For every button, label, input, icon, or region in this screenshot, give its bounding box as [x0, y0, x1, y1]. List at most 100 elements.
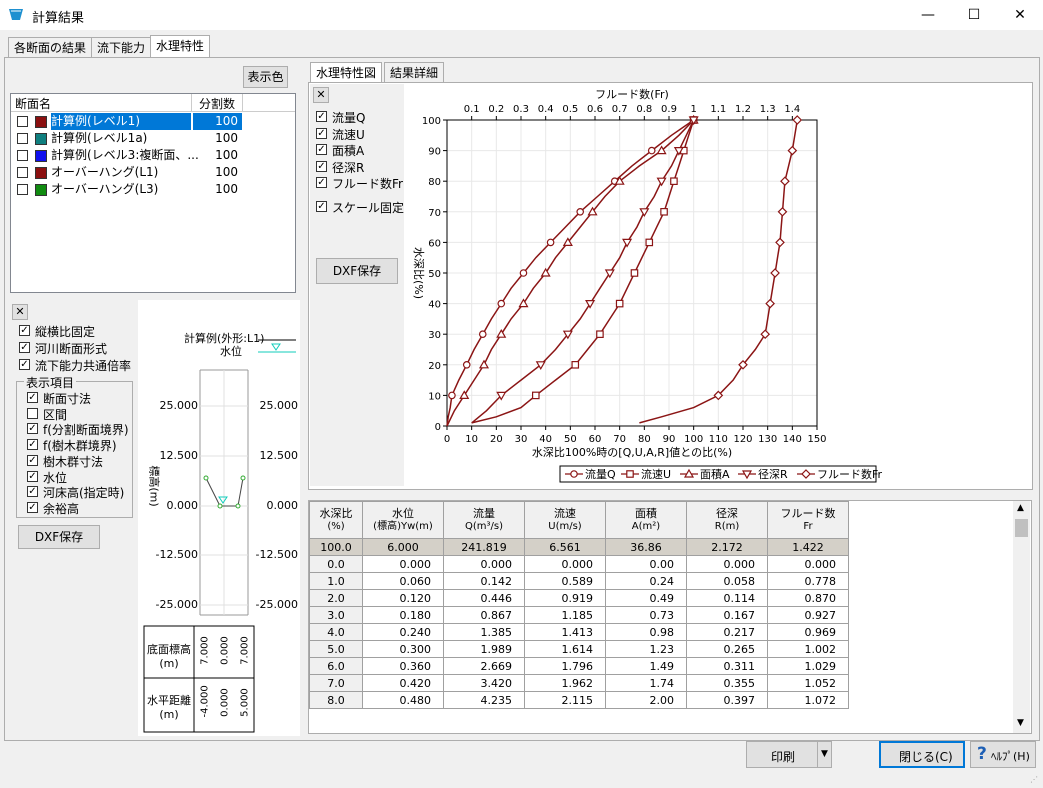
table-cell: 8.0: [309, 691, 363, 709]
column-header[interactable]: 流量 Q(m³/s): [443, 501, 525, 539]
left-dxf-save-button[interactable]: DXF保存: [18, 525, 100, 549]
option-label: 流下能力共通倍率: [35, 359, 132, 373]
table-cell: 0.000: [767, 555, 849, 573]
column-header[interactable]: 面積 A(m²): [605, 501, 687, 539]
table-row[interactable]: 1.0 0.060 0.142 0.589 0.24 0.058 0.778: [309, 572, 849, 590]
table-cell: 4.235: [443, 691, 525, 709]
section-name: オーバーハング(L1): [51, 165, 159, 179]
display-item-checkbox[interactable]: ✓: [27, 486, 38, 498]
table-row[interactable]: 5.0 0.300 1.989 1.614 1.23 0.265 1.002: [309, 640, 849, 658]
table-cell: 1.029: [767, 657, 849, 675]
col-division-count[interactable]: 分割数: [199, 95, 235, 112]
close-button[interactable]: 閉じる(C): [879, 741, 965, 768]
chart-dxf-save-button[interactable]: DXF保存: [316, 258, 398, 284]
table-cell: 0.446: [443, 589, 525, 607]
tab-hydraulic-chart[interactable]: 水理特性図: [310, 62, 383, 83]
list-item[interactable]: オーバーハング(L3) 100: [11, 181, 295, 198]
resize-grip-icon[interactable]: ⋰: [1030, 775, 1038, 784]
table-row[interactable]: 2.0 0.120 0.446 0.919 0.49 0.114 0.870: [309, 589, 849, 607]
tab-hydraulic-characteristics[interactable]: 水理特性: [150, 35, 211, 58]
scroll-thumb[interactable]: [1015, 519, 1028, 537]
column-header[interactable]: 流速 U(m/s): [524, 501, 606, 539]
tab-result-details[interactable]: 結果詳細: [384, 62, 445, 83]
option-checkbox[interactable]: ✓: [19, 325, 30, 336]
display-item-checkbox[interactable]: ✓: [27, 454, 38, 466]
tab-flow-capacity[interactable]: 流下能力: [91, 37, 152, 58]
table-cell: 0.969: [767, 623, 849, 641]
display-item-checkbox[interactable]: ✓: [27, 439, 38, 451]
section-checkbox[interactable]: [17, 184, 28, 195]
section-checkbox[interactable]: [17, 133, 28, 144]
column-header-unit: (標高)Yw(m): [373, 521, 433, 532]
table-cell: 1.052: [767, 674, 849, 692]
column-header[interactable]: 径深 R(m): [686, 501, 768, 539]
print-dropdown-icon[interactable]: ▼: [821, 749, 828, 759]
section-color-swatch: [35, 167, 47, 179]
table-row[interactable]: 3.0 0.180 0.867 1.185 0.73 0.167 0.927: [309, 606, 849, 624]
scroll-down-arrow-icon[interactable]: ▼: [1017, 718, 1024, 728]
x-tick-label: 0: [444, 434, 450, 445]
list-item[interactable]: 計算例(レベル1a) 100: [11, 130, 295, 147]
table-cell: 1.413: [524, 623, 606, 641]
table-cell: 0.480: [362, 691, 444, 709]
minimize-button[interactable]: —: [905, 0, 951, 30]
list-item[interactable]: オーバーハング(L1) 100: [11, 164, 295, 181]
section-checkbox[interactable]: [17, 150, 28, 161]
x-tick-label: 100: [684, 434, 703, 445]
section-color-swatch: [35, 133, 47, 145]
tab-section-results[interactable]: 各断面の結果: [8, 37, 93, 58]
chart-close-button[interactable]: ✕: [313, 87, 329, 103]
help-button[interactable]: ? ﾍﾙﾌﾟ(H): [970, 741, 1036, 768]
section-name: 計算例(レベル1a): [51, 131, 148, 145]
display-item-checkbox[interactable]: ✓: [27, 423, 38, 435]
table-row[interactable]: 0.0 0.000 0.000 0.000 0.00 0.000 0.000: [309, 555, 849, 573]
table-cell: 0.589: [524, 572, 606, 590]
series-check-label: 径深R: [332, 160, 365, 175]
section-checkbox[interactable]: [17, 167, 28, 178]
column-header-title: 流量: [473, 507, 495, 520]
table-scrollbar[interactable]: ▲ ▼: [1013, 501, 1030, 733]
y-tick-label: 100: [422, 116, 441, 127]
column-header[interactable]: 水深比 (%): [309, 501, 363, 539]
col-section-name[interactable]: 断面名: [15, 95, 51, 112]
list-item[interactable]: 計算例(レベル3:複断面、... 100: [11, 147, 295, 164]
table-row[interactable]: 8.0 0.480 4.235 2.115 2.00 0.397 1.072: [309, 691, 849, 709]
display-item-checkbox[interactable]: ✓: [27, 501, 38, 513]
print-button[interactable]: 印刷 ▼: [746, 741, 832, 768]
display-item-checkbox[interactable]: ✓: [27, 392, 38, 403]
display-color-button[interactable]: 表示色: [243, 66, 288, 88]
series-checkbox[interactable]: ✓: [316, 111, 327, 122]
table-row[interactable]: 4.0 0.240 1.385 1.413 0.98 0.217 0.969: [309, 623, 849, 641]
option-checkbox[interactable]: ✓: [19, 359, 30, 370]
left-close-button[interactable]: ✕: [12, 304, 28, 320]
series-checkbox[interactable]: ✓: [316, 144, 327, 155]
column-header[interactable]: フルード数 Fr: [767, 501, 849, 539]
series-3: [471, 116, 699, 424]
table-row[interactable]: 6.0 0.360 2.669 1.796 1.49 0.311 1.029: [309, 657, 849, 675]
maximize-button[interactable]: ☐: [951, 0, 997, 30]
data-point: [576, 208, 585, 216]
column-header[interactable]: 水位 (標高)Yw(m): [362, 501, 444, 539]
section-name: オーバーハング(L3): [51, 182, 159, 196]
mini-bottom-value: 0.000: [219, 688, 231, 717]
series-check-label: 面積A: [332, 144, 365, 158]
series-checkbox[interactable]: ✓: [316, 127, 327, 139]
series-checkbox[interactable]: ✓: [316, 160, 327, 172]
scroll-up-arrow-icon[interactable]: ▲: [1017, 503, 1024, 513]
x-tick-label: 90: [663, 434, 676, 445]
table-cell: 0.98: [605, 623, 687, 641]
table-cell: 1.002: [767, 640, 849, 658]
section-checkbox[interactable]: [17, 116, 28, 127]
display-item-checkbox[interactable]: ✓: [27, 470, 38, 482]
x-tick-label: 40: [539, 434, 552, 445]
list-item[interactable]: 計算例(レベル1) 100: [11, 113, 295, 130]
mini-right-tick: 0.000: [266, 499, 299, 512]
series-1: [471, 116, 698, 424]
display-item-checkbox[interactable]: [27, 407, 38, 419]
series-checkbox[interactable]: ✓: [316, 177, 327, 188]
data-point: [626, 470, 634, 478]
close-window-button[interactable]: ✕: [997, 0, 1043, 30]
table-row[interactable]: 7.0 0.420 3.420 1.962 1.74 0.355 1.052: [309, 674, 849, 692]
option-checkbox[interactable]: ✓: [19, 342, 30, 353]
scale-fixed-checkbox[interactable]: ✓: [316, 201, 327, 212]
